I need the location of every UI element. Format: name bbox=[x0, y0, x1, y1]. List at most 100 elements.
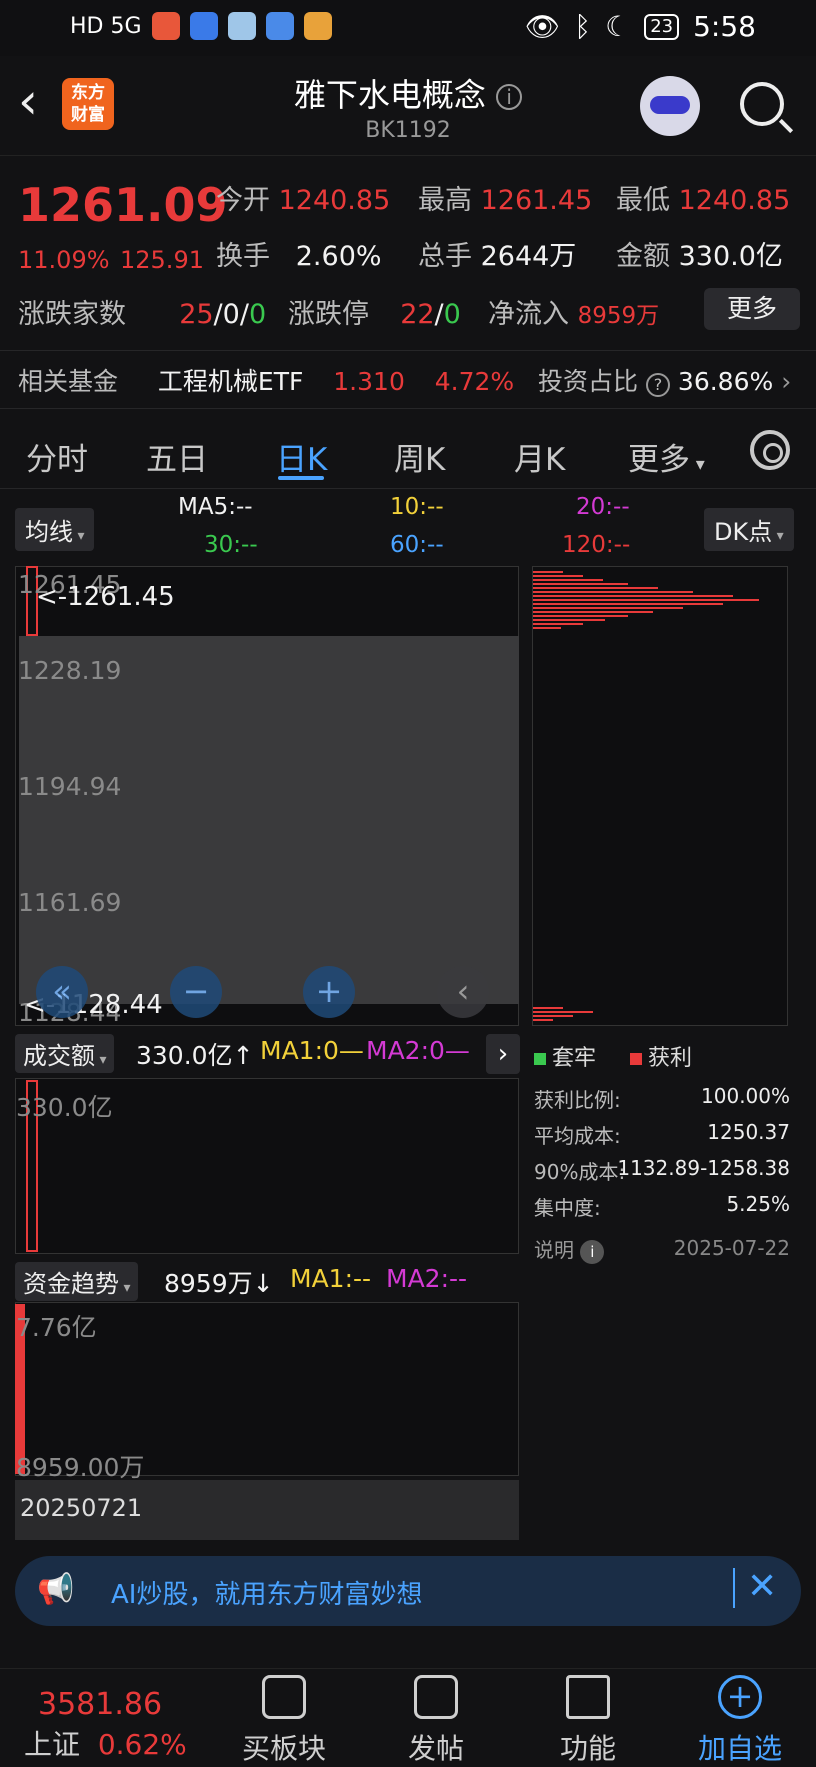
tab-weekly-k[interactable]: 周K bbox=[394, 434, 445, 479]
flow-axis-top: 7.76亿 bbox=[16, 1313, 97, 1342]
ai-banner[interactable]: 📢 AI炒股，就用东方财富妙想 ✕ bbox=[15, 1556, 801, 1626]
weather-notification-icon bbox=[227, 12, 256, 40]
nav-buy-sector[interactable]: 买板块 bbox=[224, 1675, 344, 1767]
chart-tabs: 分时 五日 日K 周K 月K 更多 ▾ bbox=[0, 420, 816, 486]
concentration-label: 集中度: bbox=[534, 1196, 601, 1220]
profit-ratio-value: 100.00% bbox=[701, 1084, 790, 1108]
volume-stat: 总手 2644万 bbox=[418, 241, 577, 272]
cost-90-value: 1132.89-1258.38 bbox=[617, 1156, 790, 1180]
eye-icon: 👁 bbox=[524, 10, 561, 43]
bottom-nav: 3581.86 上证 0.62% 买板块 发帖 功能 + 加自选 bbox=[0, 1668, 816, 1767]
volume-ma1: MA1:0— bbox=[260, 1036, 364, 1065]
rewind-icon[interactable]: « bbox=[36, 966, 88, 1018]
help-icon[interactable]: ? bbox=[645, 373, 670, 397]
chip-distribution-chart[interactable] bbox=[532, 566, 788, 1026]
header: ‹ 东方 财富 雅下水电概念 i BK1192 bbox=[0, 56, 816, 156]
active-tab-indicator bbox=[278, 476, 324, 480]
avg-cost-value: 1250.37 bbox=[707, 1120, 790, 1144]
zoom-out-icon[interactable]: − bbox=[170, 966, 222, 1018]
chevron-left-icon[interactable]: ‹ bbox=[437, 966, 489, 1018]
tab-more[interactable]: 更多 ▾ bbox=[628, 434, 705, 479]
distribution-bars bbox=[533, 571, 759, 1021]
tab-intraday[interactable]: 分时 bbox=[26, 434, 88, 479]
index-info[interactable]: 上证 0.62% bbox=[24, 1723, 187, 1763]
turnover-stat: 换手 2.60% bbox=[216, 241, 382, 272]
more-button[interactable]: 更多 bbox=[704, 288, 800, 330]
legend-profit: 获利 bbox=[630, 1040, 692, 1072]
info-icon: i bbox=[580, 1240, 605, 1264]
nav-post[interactable]: 发帖 bbox=[376, 1675, 496, 1767]
open-stat: 今开 1240.85 bbox=[216, 185, 391, 216]
nav-function[interactable]: 功能 bbox=[528, 1675, 648, 1767]
info-icon[interactable]: i bbox=[496, 84, 523, 110]
network-label: HD 5G bbox=[70, 13, 142, 39]
status-right: 👁 ᛒ ☾ 23 5:58 bbox=[525, 10, 756, 43]
ma20-label: 20:-- bbox=[576, 494, 630, 520]
nav-add-watchlist[interactable]: + 加自选 bbox=[680, 1675, 800, 1767]
chart-overlay bbox=[19, 636, 519, 1004]
divider bbox=[0, 408, 816, 409]
chevron-right-icon[interactable]: › bbox=[486, 1034, 520, 1074]
tab-daily-k[interactable]: 日K bbox=[276, 434, 327, 479]
legend-trapped: 套牢 bbox=[534, 1040, 596, 1072]
volume-axis-top: 330.0亿 bbox=[16, 1093, 113, 1122]
flow-value: 8959万↓ bbox=[164, 1269, 274, 1298]
volume-value: 330.0亿↑ bbox=[136, 1041, 254, 1070]
high-marker: <-1261.45 bbox=[36, 582, 175, 612]
concentration-value: 5.25% bbox=[726, 1192, 790, 1216]
low-stat: 最低 1240.85 bbox=[616, 185, 791, 216]
grid-icon bbox=[566, 1675, 610, 1719]
axis-label-2: 1228.19 bbox=[18, 656, 122, 685]
edit-icon bbox=[414, 1675, 458, 1719]
battery-icon: 23 bbox=[644, 13, 680, 40]
plus-icon: + bbox=[718, 1675, 762, 1719]
flow-axis-bottom: 8959.00万 bbox=[16, 1453, 145, 1482]
gear-icon[interactable] bbox=[750, 430, 790, 470]
sector-icon bbox=[262, 1675, 306, 1719]
volume-ma2: MA2:0— bbox=[366, 1036, 470, 1065]
investment-ratio[interactable]: 投资占比 ? 36.86% › bbox=[538, 362, 791, 398]
divider bbox=[0, 488, 816, 489]
netflow-stat[interactable]: 净流入 8959万 bbox=[488, 292, 659, 331]
updown-count[interactable]: 涨跌家数 25/0/0 bbox=[18, 292, 266, 331]
robot-assistant-icon[interactable] bbox=[640, 76, 700, 136]
ai-banner-text: AI炒股，就用东方财富妙想 bbox=[111, 1580, 423, 1610]
flow-select[interactable]: 资金趋势 ▾ bbox=[15, 1262, 139, 1301]
explain-link[interactable]: 说明 i bbox=[534, 1234, 605, 1264]
divider bbox=[733, 1568, 735, 1608]
amount-stat: 金额 330.0亿 bbox=[616, 241, 783, 272]
ma60-label: 60:-- bbox=[390, 532, 444, 558]
distribution-date: 2025-07-22 bbox=[673, 1236, 790, 1260]
axis-label-3: 1194.94 bbox=[18, 772, 122, 801]
ma30-label: 30:-- bbox=[204, 532, 258, 558]
close-icon[interactable]: ✕ bbox=[747, 1566, 777, 1607]
divider bbox=[0, 350, 816, 351]
volume-select[interactable]: 成交额 ▾ bbox=[15, 1034, 115, 1073]
flow-ma1: MA1:-- bbox=[290, 1264, 372, 1293]
moon-icon: ☾ bbox=[605, 10, 631, 43]
high-stat: 最高 1261.45 bbox=[418, 185, 593, 216]
status-time: 5:58 bbox=[693, 10, 756, 43]
app-notification-icon bbox=[151, 12, 180, 40]
change-abs: 125.91 bbox=[120, 246, 204, 274]
change-pct: 11.09% bbox=[18, 246, 110, 274]
related-fund-row[interactable]: 相关基金 工程机械ETF 1.310 4.72% bbox=[18, 362, 514, 398]
qq-notification-icon bbox=[265, 12, 294, 40]
dk-point-button[interactable]: DK点 ▾ bbox=[704, 508, 794, 551]
index-value[interactable]: 3581.86 bbox=[38, 1687, 162, 1722]
limit-count[interactable]: 涨跌停 22/0 bbox=[288, 292, 461, 331]
status-left: HD 5G bbox=[70, 12, 332, 40]
zoom-in-icon[interactable]: + bbox=[303, 966, 355, 1018]
image-notification-icon bbox=[303, 12, 332, 40]
ma10-label: 10:-- bbox=[390, 494, 444, 520]
flow-ma2: MA2:-- bbox=[386, 1264, 468, 1293]
chart-date: 20250721 bbox=[20, 1494, 143, 1522]
status-bar: HD 5G 👁 ᛒ ☾ 23 5:58 bbox=[0, 0, 816, 56]
ma120-label: 120:-- bbox=[562, 532, 631, 558]
tab-five-day[interactable]: 五日 bbox=[146, 434, 208, 479]
tab-monthly-k[interactable]: 月K bbox=[514, 434, 565, 479]
current-price: 1261.09 bbox=[18, 178, 228, 232]
ma-select[interactable]: 均线 ▾ bbox=[15, 508, 95, 551]
axis-label-4: 1161.69 bbox=[18, 888, 122, 917]
search-icon[interactable] bbox=[740, 82, 784, 126]
